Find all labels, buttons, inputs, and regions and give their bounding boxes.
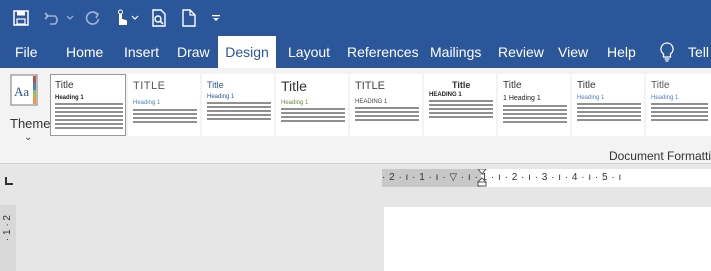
undo-icon[interactable]	[42, 6, 64, 30]
touch-dropdown-icon[interactable]	[130, 6, 140, 30]
ruler-row: · 2 · ı · 1 · ı · ▽ · ı · 1 · ı · 2 · ı …	[0, 165, 711, 191]
new-document-icon[interactable]	[178, 6, 200, 30]
style-set-thumbnail[interactable]: TITLE HEADING 1	[350, 74, 422, 136]
undo-dropdown-icon[interactable]	[64, 6, 76, 30]
tab-view[interactable]: View	[558, 36, 588, 68]
style-set-thumbnail[interactable]: Title Heading 1	[50, 74, 126, 136]
document-page[interactable]	[384, 207, 711, 271]
style-set-thumbnail[interactable]: Title Heading 1	[572, 74, 644, 136]
tab-layout[interactable]: Layout	[288, 36, 330, 68]
style-set-thumbnail[interactable]: Title Heading 1	[276, 74, 348, 136]
customize-qat-icon[interactable]	[208, 6, 224, 30]
tab-file[interactable]: File	[15, 36, 38, 68]
design-ribbon: Aa Themes ⌄ Title Heading 1 TITLE Headin…	[0, 68, 711, 164]
themes-button[interactable]: Aa Themes ⌄	[4, 74, 57, 146]
tab-insert[interactable]: Insert	[124, 36, 159, 68]
tab-stop-selector[interactable]	[4, 173, 14, 185]
print-preview-icon[interactable]	[148, 6, 170, 30]
svg-text:Aa: Aa	[14, 84, 29, 99]
style-set-thumbnail[interactable]: Title Heading 1	[202, 74, 274, 136]
tab-review[interactable]: Review	[498, 36, 544, 68]
indent-marker-icon[interactable]	[476, 168, 488, 192]
title-bar	[0, 0, 711, 36]
ruler-ticks: · 2 · ı · 1 · ı · ▽ · ı · 1 · ı · 2 · ı …	[382, 172, 622, 183]
tab-references[interactable]: References	[347, 36, 419, 68]
vertical-ruler-ticks: · 1 · 2	[2, 215, 13, 242]
themes-icon: Aa	[10, 74, 40, 113]
lightbulb-icon[interactable]	[660, 42, 674, 67]
document-formatting-group-label: Document Formatti	[608, 149, 711, 163]
tab-home[interactable]: Home	[66, 36, 103, 68]
redo-icon[interactable]	[82, 6, 104, 30]
vertical-ruler[interactable]: · 1 · 2	[0, 205, 16, 271]
save-icon[interactable]	[10, 6, 32, 30]
tab-design[interactable]: Design	[218, 36, 276, 69]
tell-me-search[interactable]: Tell	[688, 36, 709, 68]
chevron-down-icon: ⌄	[24, 132, 33, 143]
style-set-thumbnail[interactable]: TITLE Heading 1	[128, 74, 200, 136]
tab-mailings[interactable]: Mailings	[430, 36, 481, 68]
touch-mode-icon[interactable]	[110, 6, 132, 30]
ribbon-tabs: File Home Insert Draw Design Layout Refe…	[0, 36, 711, 69]
style-set-thumbnail[interactable]: Title 1 Heading 1	[498, 74, 570, 136]
horizontal-ruler[interactable]: · 2 · ı · 1 · ı · ▽ · ı · 1 · ı · 2 · ı …	[382, 168, 711, 187]
tab-draw[interactable]: Draw	[177, 36, 210, 68]
style-set-gallery: Title Heading 1 TITLE Heading 1 Title He…	[50, 74, 711, 136]
style-set-thumbnail[interactable]: Title HEADING 1	[424, 74, 496, 136]
tab-help[interactable]: Help	[607, 36, 636, 68]
style-set-thumbnail[interactable]: Title Heading 1	[646, 74, 711, 136]
